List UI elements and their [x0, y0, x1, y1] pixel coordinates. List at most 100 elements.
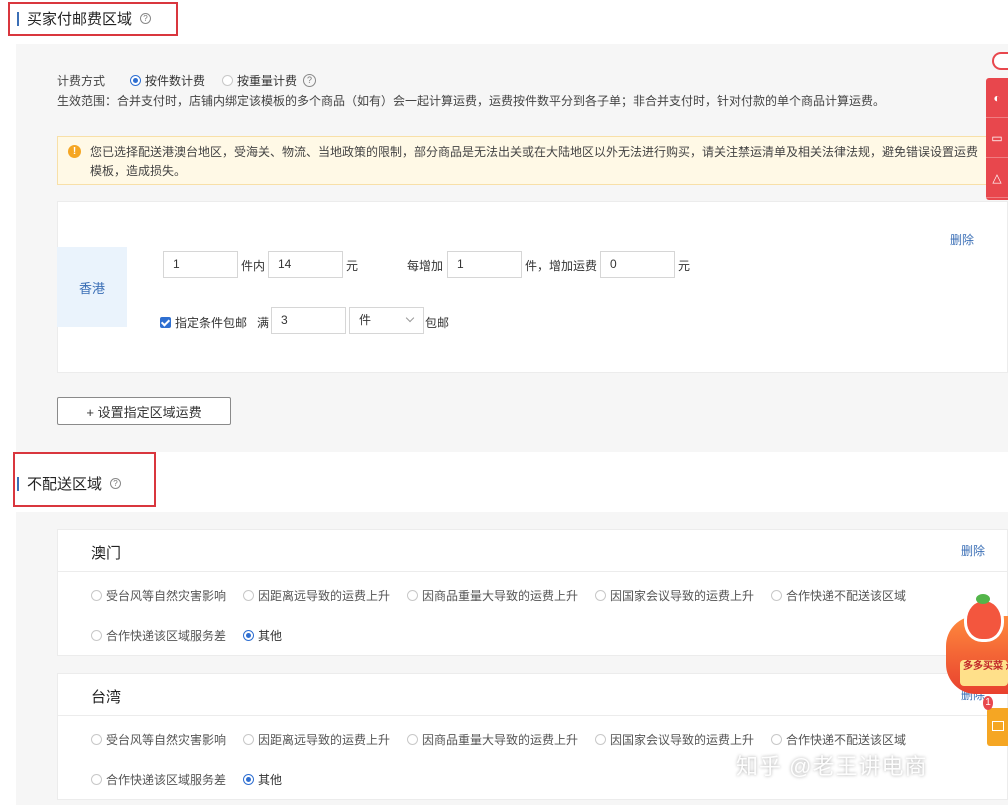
reason-label: 合作快递不配送该区域: [786, 733, 907, 747]
clock-icon[interactable]: [992, 52, 1008, 70]
reason-label: 合作快递不配送该区域: [786, 589, 907, 603]
add-fee-label: 件，增加运费: [525, 259, 598, 273]
checkbox-icon[interactable]: [160, 317, 171, 328]
section-title-text: 不配送区域: [27, 476, 103, 493]
free-prefix: 满: [257, 316, 270, 330]
warning-box: ! 您已选择配送港澳台地区，受海关、物流、当地政策的限制，部分商品是无法出关或在…: [57, 136, 1008, 185]
radio-icon[interactable]: [771, 734, 782, 745]
leaf-icon: [976, 594, 990, 604]
watermark: 知乎 @老王讲电商: [736, 754, 928, 779]
add-fee-input[interactable]: 0: [600, 251, 675, 278]
add-qty-input[interactable]: 1: [447, 251, 522, 278]
radio-icon[interactable]: [243, 630, 254, 641]
region-name: 澳门: [91, 545, 122, 562]
promo-label: 多多买菜 邀您入驻: [960, 660, 1008, 686]
radio-by-count[interactable]: 按件数计费: [130, 72, 205, 89]
radio-icon[interactable]: [595, 734, 606, 745]
reason-label: 因距离远导致的运费上升: [258, 733, 391, 747]
reason-label: 受台风等自然灾害影响: [106, 733, 227, 747]
radio-icon[interactable]: [222, 75, 233, 86]
reason-option[interactable]: 因国家会议导致的运费上升: [595, 731, 754, 748]
reason-label: 其他: [258, 773, 283, 787]
first-fee-input[interactable]: 14: [268, 251, 343, 278]
reason-label: 因国家会议导致的运费上升: [610, 733, 755, 747]
section-title-buyer: 买家付邮费区域 ?: [17, 8, 152, 29]
first-qty-unit: 件内: [241, 259, 266, 273]
reason-option[interactable]: 合作快递不配送该区域: [771, 587, 906, 604]
select-value: 件: [359, 313, 372, 327]
reason-option[interactable]: 因距离远导致的运费上升: [243, 731, 390, 748]
radio-icon[interactable]: [407, 734, 418, 745]
section-title-no-delivery: 不配送区域 ?: [17, 473, 122, 494]
add-label: 每增加: [407, 259, 444, 273]
title-bar: [17, 476, 19, 491]
help-icon[interactable]: ?: [303, 74, 317, 87]
region-name-hongkong: 香港: [57, 247, 127, 327]
side-toolbar: ◐ ▭ △: [986, 78, 1008, 200]
reason-option[interactable]: 合作快递不配送该区域: [771, 731, 906, 748]
radio-icon[interactable]: [91, 774, 102, 785]
message-icon[interactable]: [987, 708, 1008, 746]
headset-icon[interactable]: ◐: [986, 78, 1008, 118]
triangle-icon[interactable]: △: [986, 158, 1008, 198]
radio-icon[interactable]: [243, 734, 254, 745]
first-fee-unit: 元: [346, 259, 359, 273]
document-icon[interactable]: ▭: [986, 118, 1008, 158]
add-region-fee-button[interactable]: + 设置指定区域运费: [57, 397, 231, 425]
reason-label: 因商品重量大导致的运费上升: [422, 589, 579, 603]
reason-option[interactable]: 合作快递该区域服务差: [91, 627, 226, 644]
card-divider: [57, 715, 1008, 716]
checkbox-label: 指定条件包邮: [175, 316, 248, 330]
reason-label: 因商品重量大导致的运费上升: [422, 733, 579, 747]
radio-icon[interactable]: [771, 590, 782, 601]
radio-icon[interactable]: [243, 590, 254, 601]
billing-method-label: 计费方式: [57, 74, 106, 88]
radio-label: 按件数计费: [145, 74, 206, 88]
reason-option-selected[interactable]: 其他: [243, 627, 282, 644]
radio-by-weight[interactable]: 按重量计费 ?: [222, 72, 317, 89]
strawberry-icon: [964, 598, 1004, 642]
warning-text: 您已选择配送港澳台地区，受海关、物流、当地政策的限制，部分商品是无法出关或在大陆…: [90, 145, 979, 178]
first-qty-input[interactable]: 1: [163, 251, 238, 278]
radio-icon[interactable]: [91, 630, 102, 641]
free-shipping-checkbox[interactable]: 指定条件包邮: [160, 314, 247, 331]
reason-option[interactable]: 因距离远导致的运费上升: [243, 587, 390, 604]
radio-icon[interactable]: [243, 774, 254, 785]
reason-label: 其他: [258, 629, 283, 643]
radio-icon[interactable]: [130, 75, 141, 86]
reason-label: 因距离远导致的运费上升: [258, 589, 391, 603]
reason-option[interactable]: 因国家会议导致的运费上升: [595, 587, 754, 604]
reason-label: 受台风等自然灾害影响: [106, 589, 227, 603]
reason-label: 合作快递该区域服务差: [106, 773, 227, 787]
help-icon[interactable]: ?: [140, 13, 152, 24]
region-fee-panel: [57, 201, 1008, 373]
radio-icon[interactable]: [91, 590, 102, 601]
scope-text: 生效范围：合并支付时，店铺内绑定该模板的多个商品（如有）会一起计算运费，运费按件…: [57, 94, 886, 108]
delete-link[interactable]: 删除: [950, 231, 974, 248]
reason-option[interactable]: 受台风等自然灾害影响: [91, 587, 226, 604]
card-divider: [57, 571, 1008, 572]
warning-icon: !: [68, 145, 81, 158]
reason-option-selected[interactable]: 其他: [243, 771, 282, 788]
promo-badge[interactable]: 多多买菜 邀您入驻: [946, 594, 1008, 696]
free-unit-select[interactable]: 件: [349, 307, 424, 334]
radio-label: 按重量计费: [237, 74, 298, 88]
reason-option[interactable]: 受台风等自然灾害影响: [91, 731, 226, 748]
reason-option[interactable]: 因商品重量大导致的运费上升: [407, 731, 578, 748]
title-bar: [17, 11, 19, 26]
reason-label: 合作快递该区域服务差: [106, 629, 227, 643]
message-count-badge: 1: [983, 696, 993, 710]
add-fee-unit: 元: [678, 259, 691, 273]
help-icon[interactable]: ?: [110, 478, 122, 489]
radio-icon[interactable]: [91, 734, 102, 745]
free-suffix: 包邮: [425, 316, 450, 330]
chevron-down-icon: [405, 313, 415, 323]
region-name: 台湾: [91, 689, 122, 706]
delete-link[interactable]: 删除: [961, 542, 985, 559]
reason-label: 因国家会议导致的运费上升: [610, 589, 755, 603]
reason-option[interactable]: 因商品重量大导致的运费上升: [407, 587, 578, 604]
free-qty-input[interactable]: 3: [271, 307, 346, 334]
reason-option[interactable]: 合作快递该区域服务差: [91, 771, 226, 788]
radio-icon[interactable]: [595, 590, 606, 601]
radio-icon[interactable]: [407, 590, 418, 601]
